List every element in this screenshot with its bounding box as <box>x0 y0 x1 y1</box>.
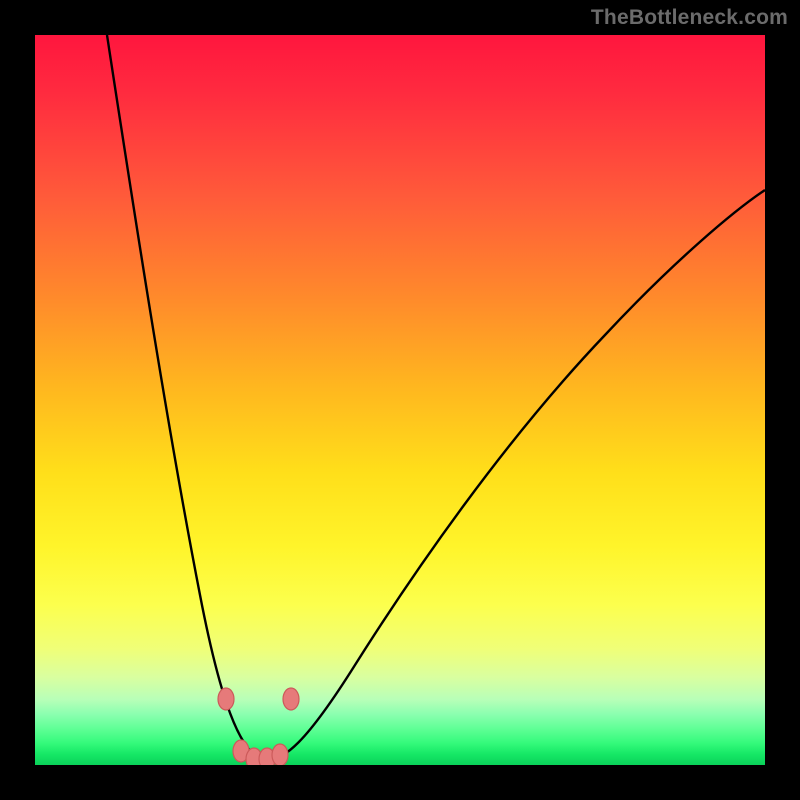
curve-layer <box>35 35 765 765</box>
marker-group <box>218 688 299 765</box>
curve-marker <box>283 688 299 710</box>
chart-frame: TheBottleneck.com <box>0 0 800 800</box>
bottleneck-curve <box>107 35 765 760</box>
plot-area <box>35 35 765 765</box>
watermark-text: TheBottleneck.com <box>591 6 788 30</box>
curve-marker <box>218 688 234 710</box>
curve-marker <box>272 744 288 765</box>
